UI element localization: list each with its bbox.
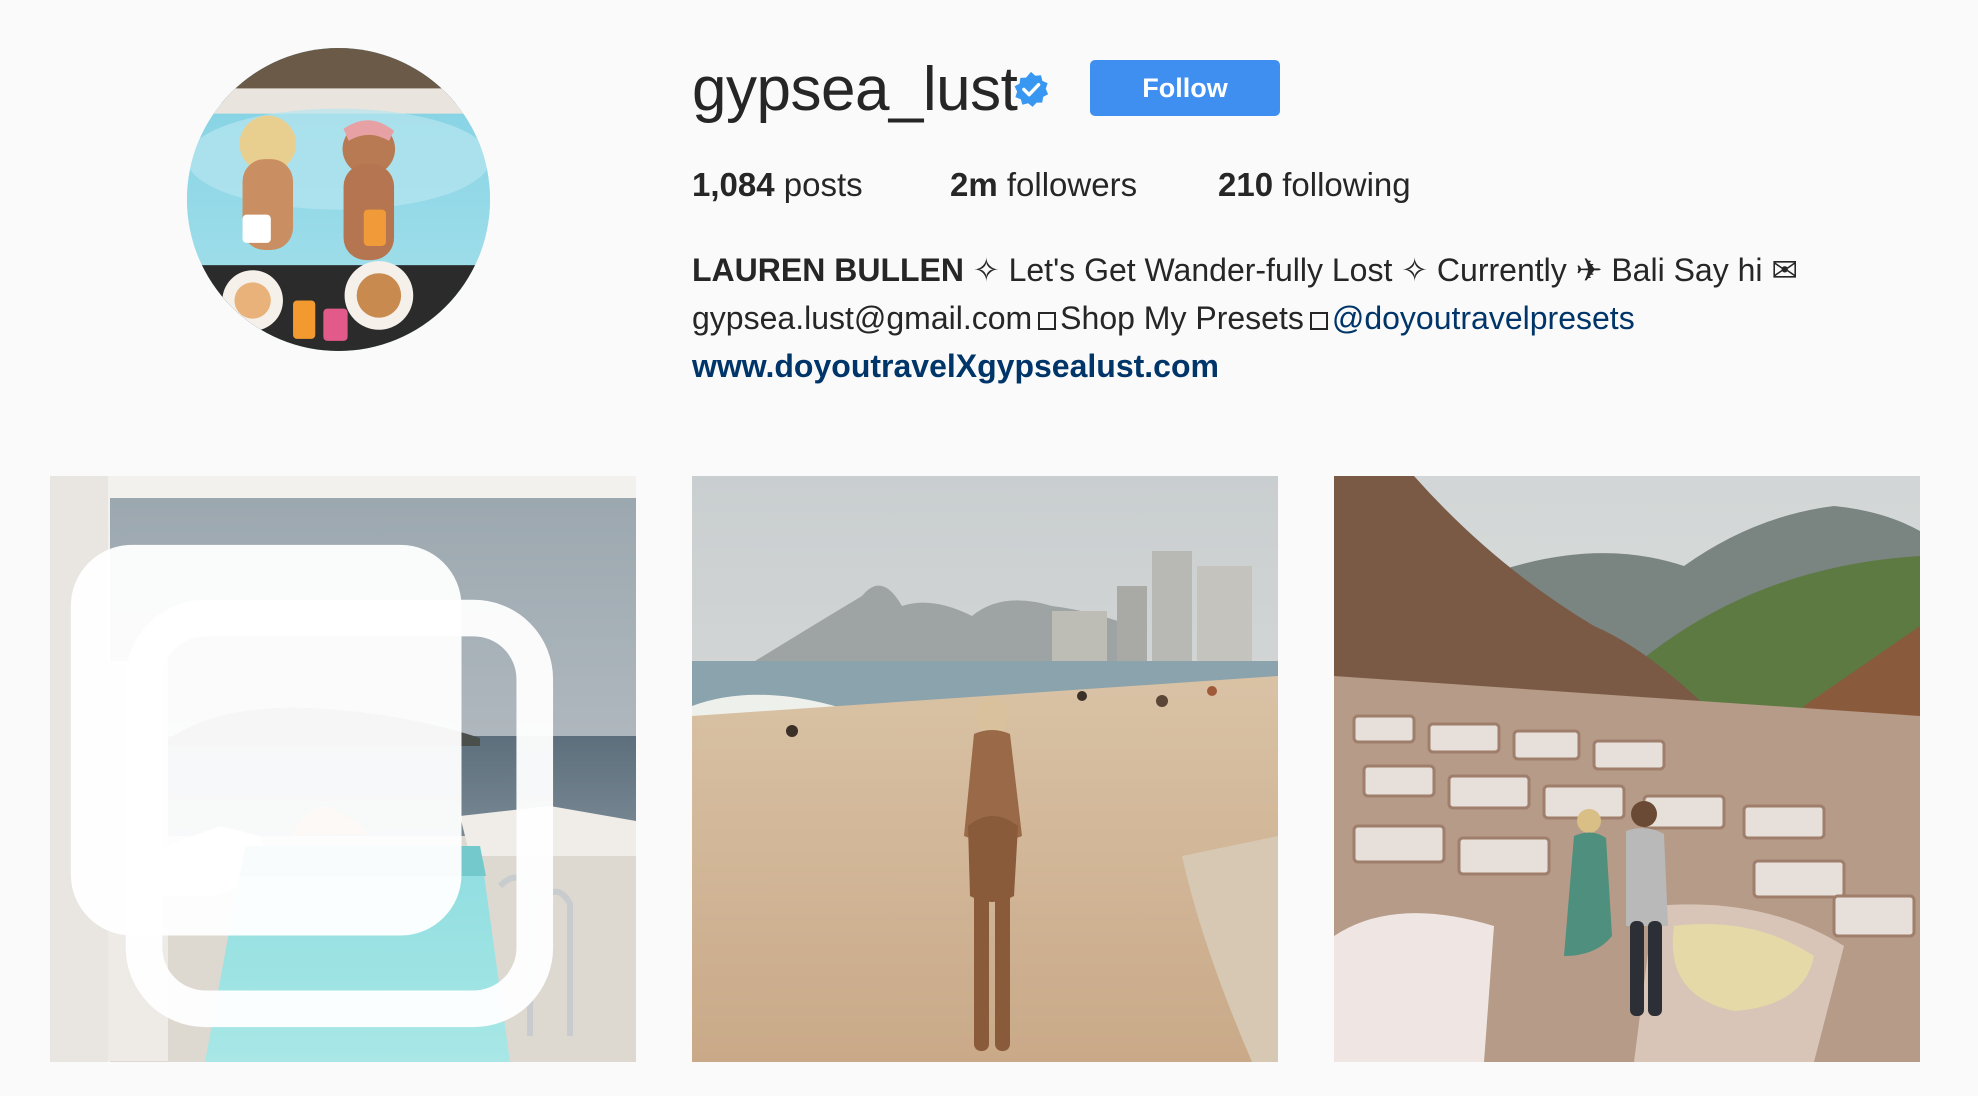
post-photo-beach: [692, 476, 1278, 1062]
following-count-value: 210: [1218, 166, 1274, 203]
posts-count: 1,084 posts: [692, 163, 863, 207]
following-count-label: following: [1282, 166, 1411, 203]
profile-bio: LAUREN BULLEN ✧ Let's Get Wander-fully L…: [692, 246, 1942, 390]
bio-website-link[interactable]: www.doyoutravelXgypsealust.com: [692, 348, 1219, 384]
followers-count-label: followers: [1006, 166, 1138, 203]
bio-line-1: LAUREN BULLEN ✧ Let's Get Wander-fully L…: [692, 246, 1942, 294]
follow-button[interactable]: Follow: [1090, 60, 1280, 116]
following-link[interactable]: 210 following: [1218, 163, 1411, 207]
square-bullet-icon: [1309, 312, 1328, 330]
post-thumbnail-3[interactable]: [1334, 476, 1920, 1062]
multiple-photos-icon: [70, 544, 554, 1028]
post-photo-salt-pans: [1334, 476, 1920, 1062]
followers-count-value: 2m: [950, 166, 998, 203]
avatar-photo: [187, 48, 490, 351]
post-thumbnail-1[interactable]: [50, 476, 636, 1062]
profile-avatar[interactable]: [187, 48, 490, 351]
profile-username: gypsea_lust: [692, 55, 1018, 124]
bio-tagline: ✧ Let's Get Wander-fully Lost ✧ Currentl…: [972, 252, 1799, 288]
posts-count-label: posts: [783, 166, 863, 203]
verified-badge-icon: [1014, 71, 1049, 107]
post-thumbnail-2[interactable]: [692, 476, 1278, 1062]
bio-line-2: gypsea.lust@gmail.com Shop My Presets @doy…: [692, 294, 1942, 342]
bio-line-3: www.doyoutravelXgypsealust.com: [692, 342, 1942, 390]
bio-shop: Shop My Presets: [1060, 300, 1304, 336]
profile-page: gypsea_lust Follow 1,084 posts 2m follow…: [0, 0, 1978, 1096]
bio-full-name: LAUREN BULLEN: [692, 252, 964, 288]
bio-mention-link[interactable]: @doyoutravelpresets: [1332, 300, 1635, 336]
bio-email: gypsea.lust@gmail.com: [692, 300, 1033, 336]
square-bullet-icon: [1038, 312, 1057, 330]
followers-link[interactable]: 2m followers: [950, 163, 1137, 207]
posts-count-value: 1,084: [692, 166, 775, 203]
